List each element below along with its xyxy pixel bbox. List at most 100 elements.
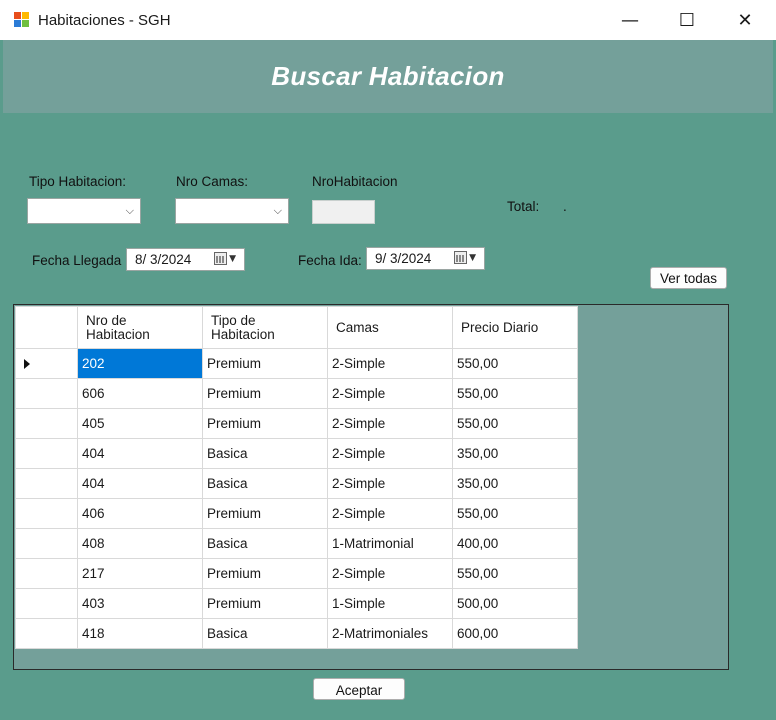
row-header-corner [15, 306, 78, 349]
row-header[interactable] [15, 498, 78, 529]
row-header[interactable] [15, 408, 78, 439]
ver-todas-button[interactable]: Ver todas [650, 267, 727, 289]
fecha-ida-picker[interactable]: 9/ 3/2024 ▼ [366, 247, 485, 270]
table-cell[interactable]: 2-Simple [327, 348, 453, 379]
row-header[interactable] [15, 618, 78, 649]
table-row[interactable]: 408 Basica 1-Matrimonial 400,00 [15, 528, 578, 559]
column-header[interactable]: Precio Diario [452, 306, 578, 349]
row-header[interactable] [15, 528, 78, 559]
table-row[interactable]: 403 Premium 1-Simple 500,00 [15, 588, 578, 619]
close-button[interactable]: ✕ [716, 0, 774, 40]
table-cell[interactable]: 418 [77, 618, 203, 649]
table-cell[interactable]: 600,00 [452, 618, 578, 649]
table-row[interactable]: 202 Premium 2-Simple 550,00 [15, 348, 578, 379]
nro-camas-label: Nro Camas: [176, 174, 249, 189]
grid-header-row: Nro de Habitacion Tipo de Habitacion Cam… [15, 306, 578, 349]
tipo-habitacion-combo[interactable]: ⌵ [27, 198, 141, 224]
minimize-button[interactable]: — [601, 0, 659, 40]
fecha-ida-value: 9/ 3/2024 [375, 251, 432, 266]
table-cell[interactable]: 405 [77, 408, 203, 439]
table-cell[interactable]: Basica [202, 438, 328, 469]
table-row[interactable]: 405 Premium 2-Simple 550,00 [15, 408, 578, 439]
table-cell[interactable]: 202 [77, 348, 203, 379]
table-cell[interactable]: 606 [77, 378, 203, 409]
maximize-button[interactable]: ☐ [658, 0, 716, 40]
table-cell[interactable]: Basica [202, 618, 328, 649]
table-cell[interactable]: 1-Simple [327, 588, 453, 619]
maximize-icon: ☐ [678, 9, 696, 31]
table-cell[interactable]: Premium [202, 498, 328, 529]
close-icon: ✕ [737, 9, 753, 31]
col-camas-label: Camas [336, 319, 379, 335]
fecha-llegada-label: Fecha Llegada [32, 253, 122, 268]
table-cell[interactable]: 550,00 [452, 498, 578, 529]
column-header[interactable]: Tipo de Habitacion [202, 306, 328, 349]
header-banner: Buscar Habitacion [3, 40, 773, 113]
calendar-icon[interactable]: ▼ [214, 252, 236, 265]
column-header[interactable]: Camas [327, 306, 453, 349]
table-cell[interactable]: Premium [202, 378, 328, 409]
app-icon [14, 12, 30, 28]
table-cell[interactable]: 550,00 [452, 408, 578, 439]
row-header[interactable] [15, 378, 78, 409]
table-cell[interactable]: Premium [202, 348, 328, 379]
tipo-habitacion-label: Tipo Habitacion: [29, 174, 127, 189]
total-label: Total: [507, 199, 540, 214]
table-cell[interactable]: 2-Simple [327, 438, 453, 469]
table-row[interactable]: 404 Basica 2-Simple 350,00 [15, 468, 578, 499]
table-cell[interactable]: Premium [202, 588, 328, 619]
table-cell[interactable]: 406 [77, 498, 203, 529]
table-cell[interactable]: Basica [202, 468, 328, 499]
nro-habitacion-input[interactable] [312, 200, 375, 224]
row-header[interactable] [15, 558, 78, 589]
minimize-icon: — [621, 9, 639, 31]
table-cell[interactable]: 1-Matrimonial [327, 528, 453, 559]
table-cell[interactable]: Premium [202, 558, 328, 589]
table-cell[interactable]: Premium [202, 408, 328, 439]
chevron-down-icon: ⌵ [125, 204, 134, 217]
row-header[interactable] [15, 348, 78, 379]
table-row[interactable]: 606 Premium 2-Simple 550,00 [15, 378, 578, 409]
table-cell[interactable]: 550,00 [452, 348, 578, 379]
table-cell[interactable]: 404 [77, 468, 203, 499]
title-bar: Habitaciones - SGH — ☐ ✕ [0, 0, 776, 40]
table-row[interactable]: 217 Premium 2-Simple 550,00 [15, 558, 578, 589]
aceptar-button[interactable]: Aceptar [313, 678, 405, 700]
total-value: . [563, 199, 567, 214]
table-cell[interactable]: Basica [202, 528, 328, 559]
table-row[interactable]: 404 Basica 2-Simple 350,00 [15, 438, 578, 469]
nro-camas-combo[interactable]: ⌵ [175, 198, 289, 224]
fecha-llegada-picker[interactable]: 8/ 3/2024 ▼ [126, 248, 245, 271]
calendar-icon[interactable]: ▼ [454, 251, 476, 264]
table-cell[interactable]: 400,00 [452, 528, 578, 559]
table-cell[interactable]: 550,00 [452, 558, 578, 589]
table-cell[interactable]: 500,00 [452, 588, 578, 619]
table-cell[interactable]: 350,00 [452, 438, 578, 469]
col-precio-label: Precio Diario [461, 319, 539, 335]
aceptar-label: Aceptar [335, 683, 383, 698]
table-row[interactable]: 406 Premium 2-Simple 550,00 [15, 498, 578, 529]
row-header[interactable] [15, 588, 78, 619]
chevron-down-icon: ⌵ [273, 204, 282, 217]
table-cell[interactable]: 350,00 [452, 468, 578, 499]
table-cell[interactable]: 2-Simple [327, 468, 453, 499]
table-cell[interactable]: 550,00 [452, 378, 578, 409]
col-nro-label: Nro de Habitacion [86, 312, 150, 342]
fecha-llegada-value: 8/ 3/2024 [135, 252, 192, 267]
row-header[interactable] [15, 438, 78, 469]
fecha-ida-label: Fecha Ida: [298, 253, 362, 268]
table-cell[interactable]: 217 [77, 558, 203, 589]
current-row-arrow-icon [24, 359, 30, 369]
column-header[interactable]: Nro de Habitacion [77, 306, 203, 349]
table-cell[interactable]: 403 [77, 588, 203, 619]
table-cell[interactable]: 2-Simple [327, 378, 453, 409]
table-cell[interactable]: 408 [77, 528, 203, 559]
table-cell[interactable]: 2-Simple [327, 408, 453, 439]
rooms-grid[interactable]: Nro de Habitacion Tipo de Habitacion Cam… [13, 304, 729, 670]
table-cell[interactable]: 2-Simple [327, 558, 453, 589]
row-header[interactable] [15, 468, 78, 499]
table-cell[interactable]: 2-Matrimoniales [327, 618, 453, 649]
table-row[interactable]: 418 Basica 2-Matrimoniales 600,00 [15, 618, 578, 649]
table-cell[interactable]: 404 [77, 438, 203, 469]
table-cell[interactable]: 2-Simple [327, 498, 453, 529]
